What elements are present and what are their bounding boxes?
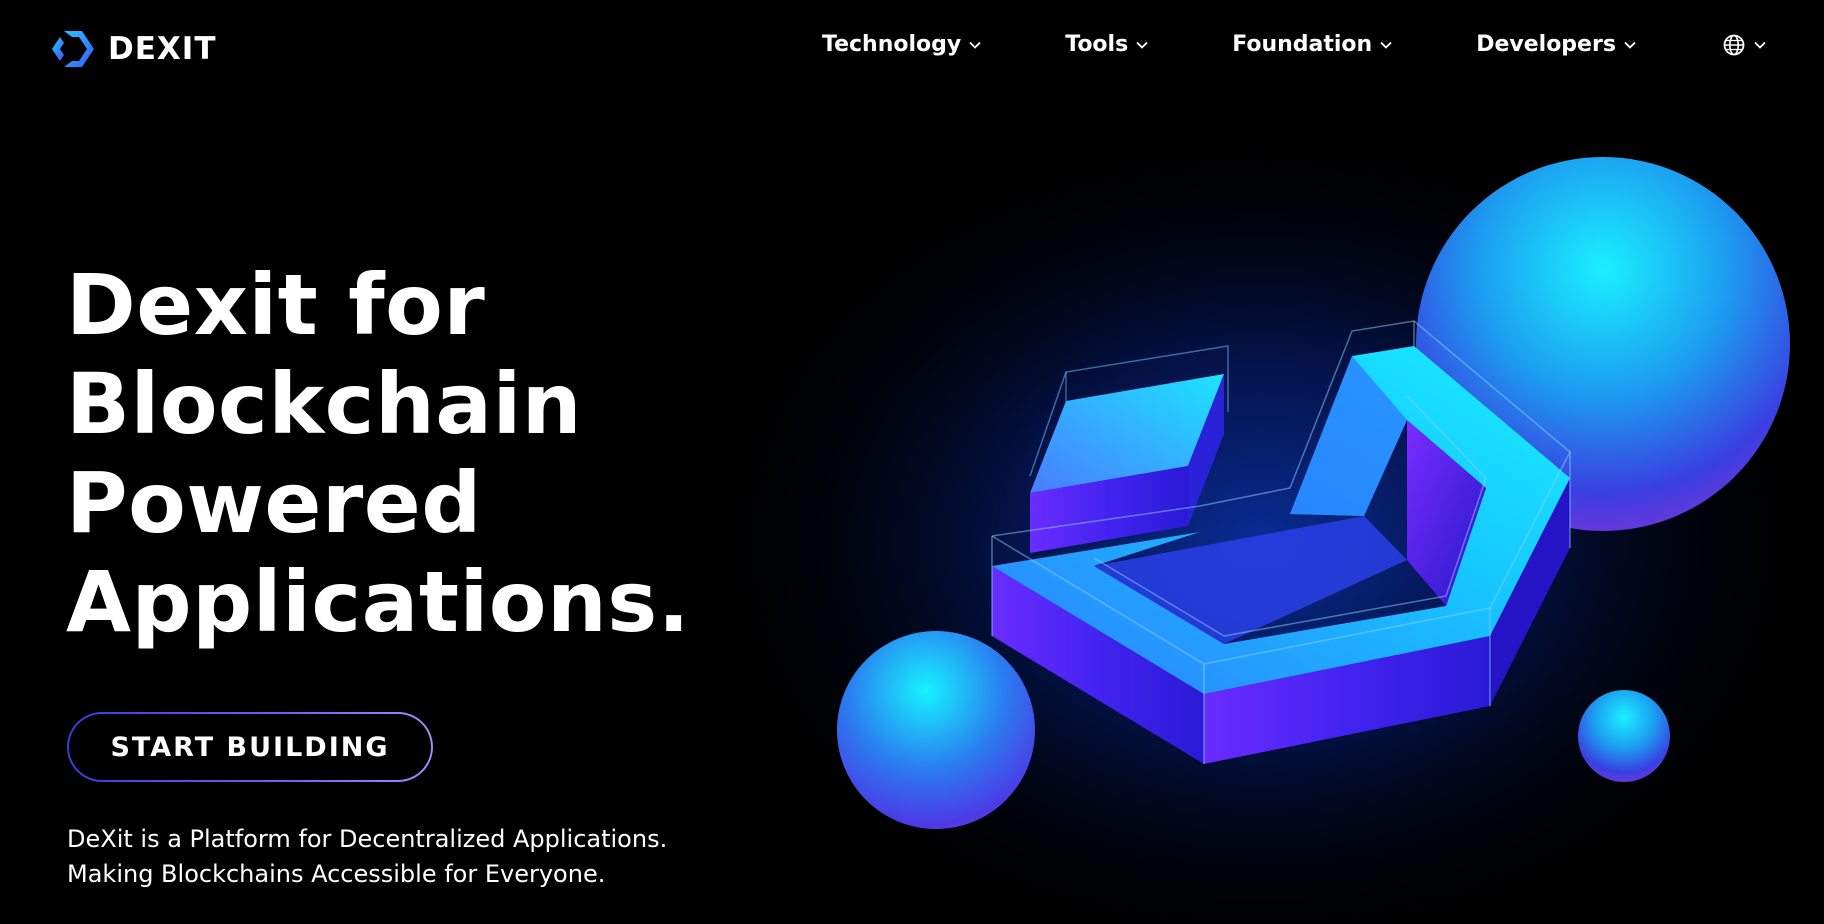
nav-item-foundation[interactable]: Foundation bbox=[1232, 32, 1392, 57]
globe-icon bbox=[1723, 34, 1745, 55]
hero-title-line: Dexit for bbox=[66, 256, 486, 354]
tagline-line: Making Blockchains Accessible for Everyo… bbox=[67, 860, 606, 888]
hero-title: Dexit for Blockchain Powered Application… bbox=[66, 256, 690, 652]
start-building-button[interactable]: START BUILDING bbox=[67, 712, 433, 782]
nav-item-label: Foundation bbox=[1232, 32, 1373, 57]
chevron-down-icon bbox=[1136, 41, 1148, 49]
nav-item-developers[interactable]: Developers bbox=[1476, 32, 1636, 57]
chevron-down-icon bbox=[969, 41, 981, 49]
main-nav: Technology Tools Foundation Developers bbox=[822, 32, 1766, 57]
start-building-label: START BUILDING bbox=[110, 731, 390, 763]
top-navigation-bar: DEXIT Technology Tools Foundation Develo… bbox=[0, 0, 1824, 96]
chevron-down-icon bbox=[1380, 41, 1392, 49]
nav-item-tools[interactable]: Tools bbox=[1065, 32, 1148, 57]
hero-title-line: Blockchain bbox=[66, 355, 583, 453]
chevron-down-icon bbox=[1624, 41, 1636, 49]
landing-page: DEXIT Technology Tools Foundation Develo… bbox=[0, 0, 1824, 924]
language-selector[interactable] bbox=[1722, 33, 1766, 57]
nav-item-label: Technology bbox=[822, 32, 962, 57]
chevron-down-icon bbox=[1754, 41, 1766, 49]
hero-tagline: DeXit is a Platform for Decentralized Ap… bbox=[67, 822, 667, 892]
nav-item-technology[interactable]: Technology bbox=[822, 32, 981, 57]
dexit-logo-icon bbox=[52, 31, 94, 67]
nav-item-label: Tools bbox=[1065, 32, 1129, 57]
hero-title-line: Powered bbox=[66, 454, 482, 552]
nav-item-label: Developers bbox=[1476, 32, 1616, 57]
hero-illustration bbox=[700, 106, 1820, 924]
hero-title-line: Applications. bbox=[66, 553, 691, 651]
brand-logo[interactable]: DEXIT bbox=[50, 28, 217, 70]
brand-name: DEXIT bbox=[108, 31, 217, 67]
tagline-line: DeXit is a Platform for Decentralized Ap… bbox=[67, 825, 668, 853]
